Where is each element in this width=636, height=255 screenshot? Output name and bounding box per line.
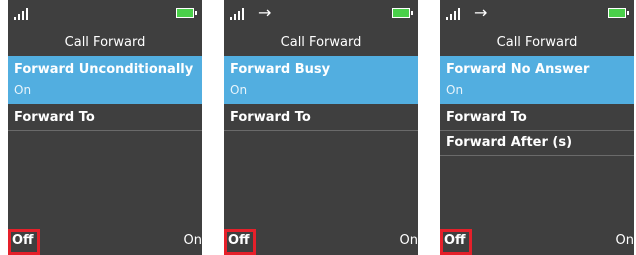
screen-title: Call Forward — [64, 35, 146, 50]
status-bar: → — [224, 0, 418, 26]
menu-item-forward-busy[interactable]: Forward Busy On — [224, 56, 418, 104]
phone-screen-forward-no-answer: → Call Forward Forward No Answer On Forw… — [440, 0, 634, 255]
menu-item-forward-after[interactable]: Forward After (s) — [440, 131, 634, 156]
highlight-box — [224, 229, 256, 255]
menu-item-forward-to[interactable]: Forward To — [440, 106, 634, 131]
status-bar: → — [440, 0, 634, 26]
menu-item-label: Forward To — [230, 110, 311, 125]
menu-item-forward-no-answer[interactable]: Forward No Answer On — [440, 56, 634, 104]
menu-item-forward-to[interactable]: Forward To — [224, 106, 418, 131]
screen-title: Call Forward — [280, 35, 362, 50]
menu-item-forward-unconditionally[interactable]: Forward Unconditionally On — [8, 56, 202, 104]
softkey-on[interactable]: On — [616, 232, 634, 250]
menu-item-label: Forward No Answer — [446, 62, 590, 77]
menu-item-value: On — [446, 83, 464, 97]
highlight-box — [440, 229, 472, 255]
signal-strength-icon — [446, 8, 460, 20]
menu-item-value: On — [230, 83, 248, 97]
menu-item-label: Forward Unconditionally — [14, 62, 194, 77]
menu-item-value: On — [14, 83, 32, 97]
signal-strength-icon — [14, 8, 28, 20]
call-forward-arrow-icon: → — [258, 3, 272, 22]
battery-icon — [176, 8, 197, 18]
phone-screen-forward-unconditionally: Call Forward Forward Unconditionally On … — [8, 0, 202, 255]
call-forward-arrow-icon: → — [474, 3, 488, 22]
softkey-on[interactable]: On — [184, 232, 202, 250]
signal-strength-icon — [230, 8, 244, 20]
battery-icon — [608, 8, 629, 18]
highlight-box — [8, 229, 40, 255]
menu-item-label: Forward To — [14, 110, 95, 125]
menu-item-label: Forward To — [446, 110, 527, 125]
menu-item-label: Forward After (s) — [446, 135, 573, 150]
menu-item-label: Forward Busy — [230, 62, 331, 77]
status-bar — [8, 0, 202, 26]
screen-title: Call Forward — [496, 35, 578, 50]
battery-icon — [392, 8, 413, 18]
phone-screen-forward-busy: → Call Forward Forward Busy On Forward T… — [224, 0, 418, 255]
softkey-on[interactable]: On — [400, 232, 418, 250]
menu-item-forward-to[interactable]: Forward To — [8, 106, 202, 131]
